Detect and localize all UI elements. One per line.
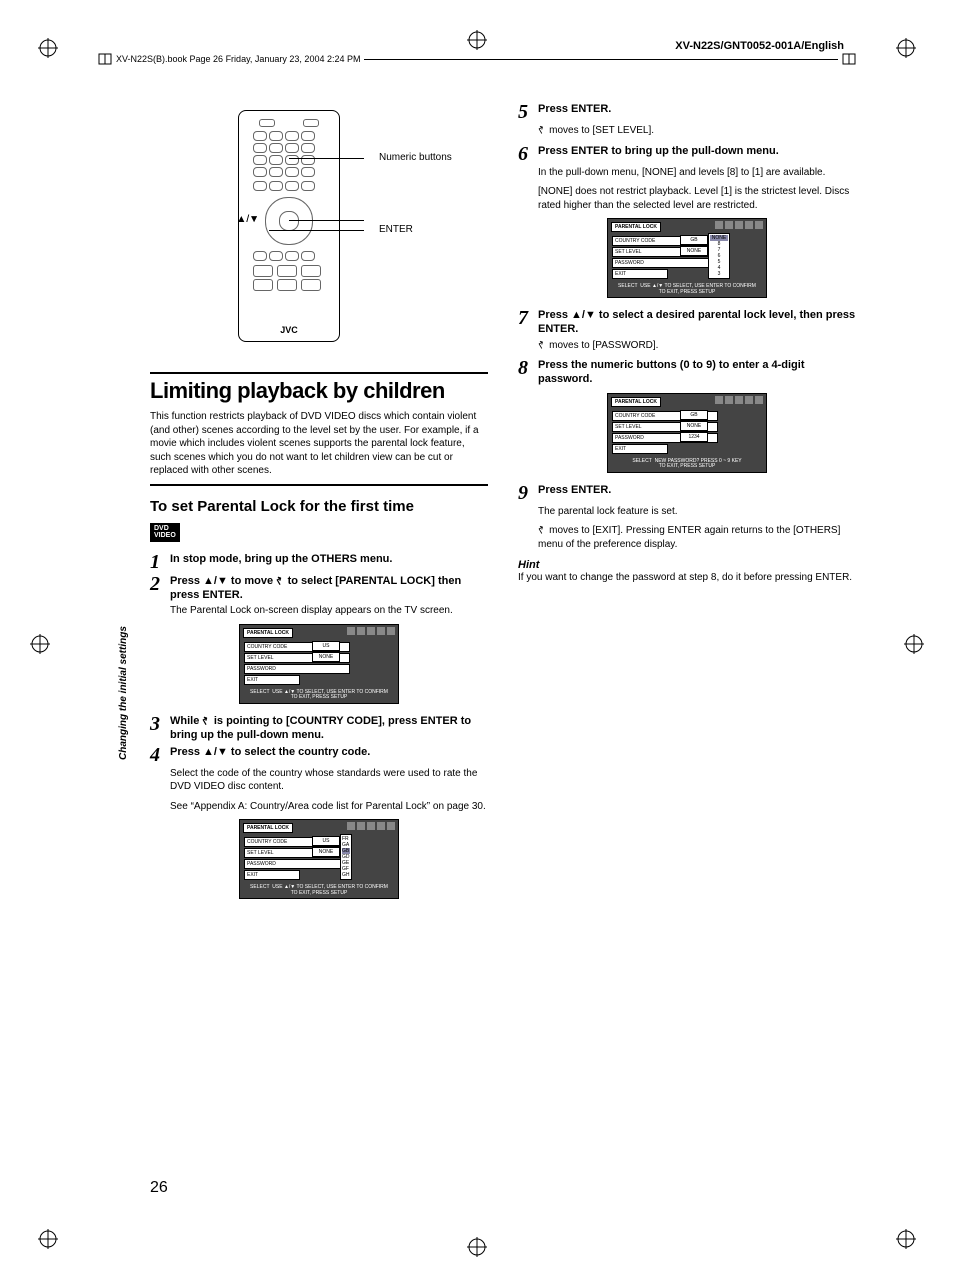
- step-number: 6: [518, 144, 532, 164]
- right-column: 5 Press ENTER. ↱ moves to [SET LEVEL]. 6…: [518, 100, 856, 1187]
- remote-brand: JVC: [239, 325, 339, 335]
- crop-mark-icon: [38, 1229, 58, 1249]
- book-icon: [842, 52, 856, 66]
- step-body: See “Appendix A: Country/Area code list …: [170, 800, 488, 814]
- crop-mark-icon: [896, 38, 916, 58]
- step-number: 5: [518, 102, 532, 122]
- step-2: 2 Press ▲/▼ to move ↱ to select [PARENTA…: [150, 574, 488, 603]
- step-number: 2: [150, 574, 164, 603]
- step-title: Press ENTER.: [538, 102, 611, 122]
- hint-heading: Hint: [518, 559, 856, 571]
- step-number: 9: [518, 483, 532, 503]
- step-title: Press ▲/▼ to select a desired parental l…: [538, 308, 856, 337]
- step-9: 9 Press ENTER.: [518, 483, 856, 503]
- document-id: XV-N22S/GNT0052-001A/English: [675, 40, 844, 52]
- crop-mark-icon: [38, 38, 58, 58]
- hint-body: If you want to change the password at st…: [518, 571, 856, 585]
- osd-figure-country: PARENTAL LOCK COUNTRY CODE SET LEVEL PAS…: [239, 819, 399, 899]
- book-icon: [98, 52, 112, 66]
- osd-figure-levels: PARENTAL LOCK COUNTRY CODE SET LEVEL PAS…: [607, 218, 767, 298]
- step-title: In stop mode, bring up the OTHERS menu.: [170, 552, 392, 572]
- section-heading: Limiting playback by children: [150, 378, 488, 404]
- section-intro: This function restricts playback of DVD …: [150, 410, 488, 478]
- step-5: 5 Press ENTER.: [518, 102, 856, 122]
- step-title: Press ENTER to bring up the pull-down me…: [538, 144, 779, 164]
- step-body: The parental lock feature is set.: [538, 505, 856, 519]
- header-stamp-text: XV-N22S(B).book Page 26 Friday, January …: [116, 54, 360, 64]
- crop-mark-icon: [467, 1237, 487, 1257]
- page-number: 26: [150, 1179, 168, 1197]
- step-title: Press the numeric buttons (0 to 9) to en…: [538, 358, 856, 387]
- step-title: While ↱ is pointing to [COUNTRY CODE], p…: [170, 714, 488, 743]
- step-number: 3: [150, 714, 164, 743]
- step-number: 7: [518, 308, 532, 337]
- crop-mark-icon: [467, 30, 487, 50]
- dvd-video-badge: DVDVIDEO: [150, 523, 180, 542]
- manual-page: XV-N22S/GNT0052-001A/English XV-N22S(B).…: [0, 0, 954, 1287]
- step-body: Select the code of the country whose sta…: [170, 767, 488, 794]
- crop-mark-icon: [30, 634, 50, 654]
- side-section-label: Changing the initial settings: [118, 626, 129, 760]
- step-6: 6 Press ENTER to bring up the pull-down …: [518, 144, 856, 164]
- step-body: [NONE] does not restrict playback. Level…: [538, 185, 856, 212]
- left-column: JVC Numeric buttons ▲/▼ ▲/▼ ENTER Limiti…: [150, 100, 488, 1187]
- step-7: 7 Press ▲/▼ to select a desired parental…: [518, 308, 856, 337]
- step-4: 4 Press ▲/▼ to select the country code.: [150, 745, 488, 765]
- osd-figure-basic: PARENTAL LOCK COUNTRY CODE SET LEVEL PAS…: [239, 624, 399, 704]
- step-body: ↱ moves to [EXIT]. Pressing ENTER again …: [538, 524, 856, 551]
- callout-enter: ENTER: [379, 224, 413, 235]
- step-body: In the pull-down menu, [NONE] and levels…: [538, 166, 856, 180]
- remote-control-figure: JVC Numeric buttons ▲/▼ ▲/▼ ENTER: [199, 110, 439, 342]
- step-title: Press ▲/▼ to move ↱ to select [PARENTAL …: [170, 574, 488, 603]
- callout-updown: ▲/▼: [236, 214, 259, 225]
- callout-numeric-buttons: Numeric buttons: [379, 152, 452, 163]
- crop-mark-icon: [896, 1229, 916, 1249]
- header-stamp-line: XV-N22S(B).book Page 26 Friday, January …: [98, 52, 856, 66]
- subsection-heading: To set Parental Lock for the first time: [150, 498, 488, 515]
- crop-mark-icon: [904, 634, 924, 654]
- step-body: ↱ moves to [PASSWORD].: [538, 339, 856, 353]
- step-8: 8 Press the numeric buttons (0 to 9) to …: [518, 358, 856, 387]
- step-title: Press ▲/▼ to select the country code.: [170, 745, 370, 765]
- step-number: 4: [150, 745, 164, 765]
- step-number: 1: [150, 552, 164, 572]
- step-body: ↱ moves to [SET LEVEL].: [538, 124, 856, 138]
- osd-figure-password: PARENTAL LOCK COUNTRY CODE SET LEVEL PAS…: [607, 393, 767, 473]
- step-title: Press ENTER.: [538, 483, 611, 503]
- step-body: The Parental Lock on-screen display appe…: [170, 604, 488, 618]
- step-3: 3 While ↱ is pointing to [COUNTRY CODE],…: [150, 714, 488, 743]
- step-1: 1 In stop mode, bring up the OTHERS menu…: [150, 552, 488, 572]
- step-number: 8: [518, 358, 532, 387]
